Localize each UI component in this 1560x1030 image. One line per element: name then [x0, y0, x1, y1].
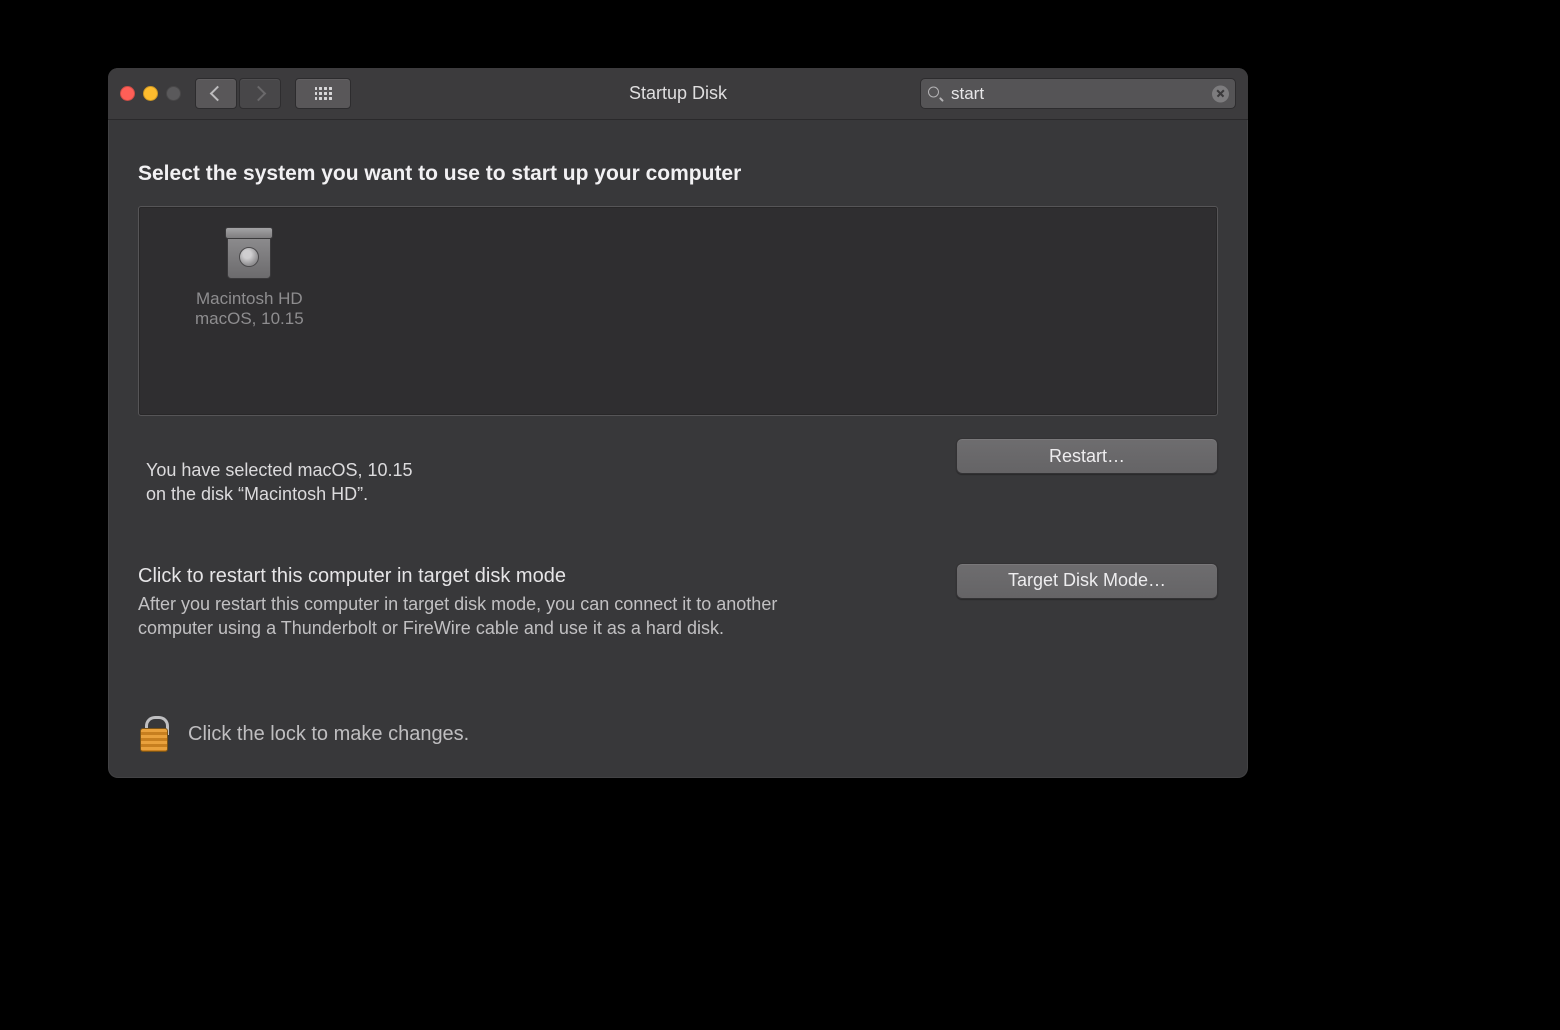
zoom-window-button[interactable] — [166, 86, 181, 101]
show-all-button[interactable] — [295, 78, 351, 109]
back-button[interactable] — [195, 78, 237, 109]
target-disk-section: Click to restart this computer in target… — [138, 565, 1218, 641]
clear-search-button[interactable] — [1212, 85, 1229, 102]
disk-list: Macintosh HD macOS, 10.15 — [138, 206, 1218, 416]
lock-hint-text: Click the lock to make changes. — [188, 723, 469, 746]
disk-os: macOS, 10.15 — [195, 309, 304, 329]
page-heading: Select the system you want to use to sta… — [138, 162, 1218, 186]
chevron-left-icon — [210, 86, 226, 102]
show-all-group — [295, 78, 351, 109]
content-area: Select the system you want to use to sta… — [108, 120, 1248, 778]
restart-button[interactable]: Restart… — [956, 438, 1218, 474]
lock-icon[interactable] — [138, 716, 170, 752]
target-disk-mode-button[interactable]: Target Disk Mode… — [956, 563, 1218, 599]
target-disk-mode-label: Target Disk Mode… — [1008, 570, 1166, 591]
search-input[interactable] — [949, 83, 1209, 105]
hard-drive-icon — [223, 227, 275, 283]
preferences-window: Startup Disk Select the system you want … — [108, 68, 1248, 778]
forward-button[interactable] — [239, 78, 281, 109]
search-icon — [928, 86, 943, 101]
window-controls — [120, 86, 181, 101]
selection-summary: You have selected macOS, 10.15 on the di… — [146, 458, 413, 507]
lock-row: Click the lock to make changes. — [138, 716, 1218, 762]
disk-name: Macintosh HD — [195, 289, 304, 309]
search-field[interactable] — [920, 78, 1236, 109]
disk-name-label: Macintosh HD macOS, 10.15 — [195, 289, 304, 330]
titlebar: Startup Disk — [108, 68, 1248, 120]
target-disk-description: After you restart this computer in targe… — [138, 592, 798, 641]
selection-row: You have selected macOS, 10.15 on the di… — [138, 438, 1218, 507]
selection-line1: You have selected macOS, 10.15 — [146, 458, 413, 482]
minimize-window-button[interactable] — [143, 86, 158, 101]
grid-icon — [315, 87, 332, 100]
selection-line2: on the disk “Macintosh HD”. — [146, 482, 413, 506]
disk-item[interactable]: Macintosh HD macOS, 10.15 — [195, 227, 304, 330]
close-window-button[interactable] — [120, 86, 135, 101]
nav-buttons — [195, 78, 281, 109]
target-disk-heading: Click to restart this computer in target… — [138, 565, 798, 588]
chevron-right-icon — [251, 86, 267, 102]
restart-button-label: Restart… — [1049, 446, 1125, 467]
target-disk-text: Click to restart this computer in target… — [138, 565, 798, 641]
